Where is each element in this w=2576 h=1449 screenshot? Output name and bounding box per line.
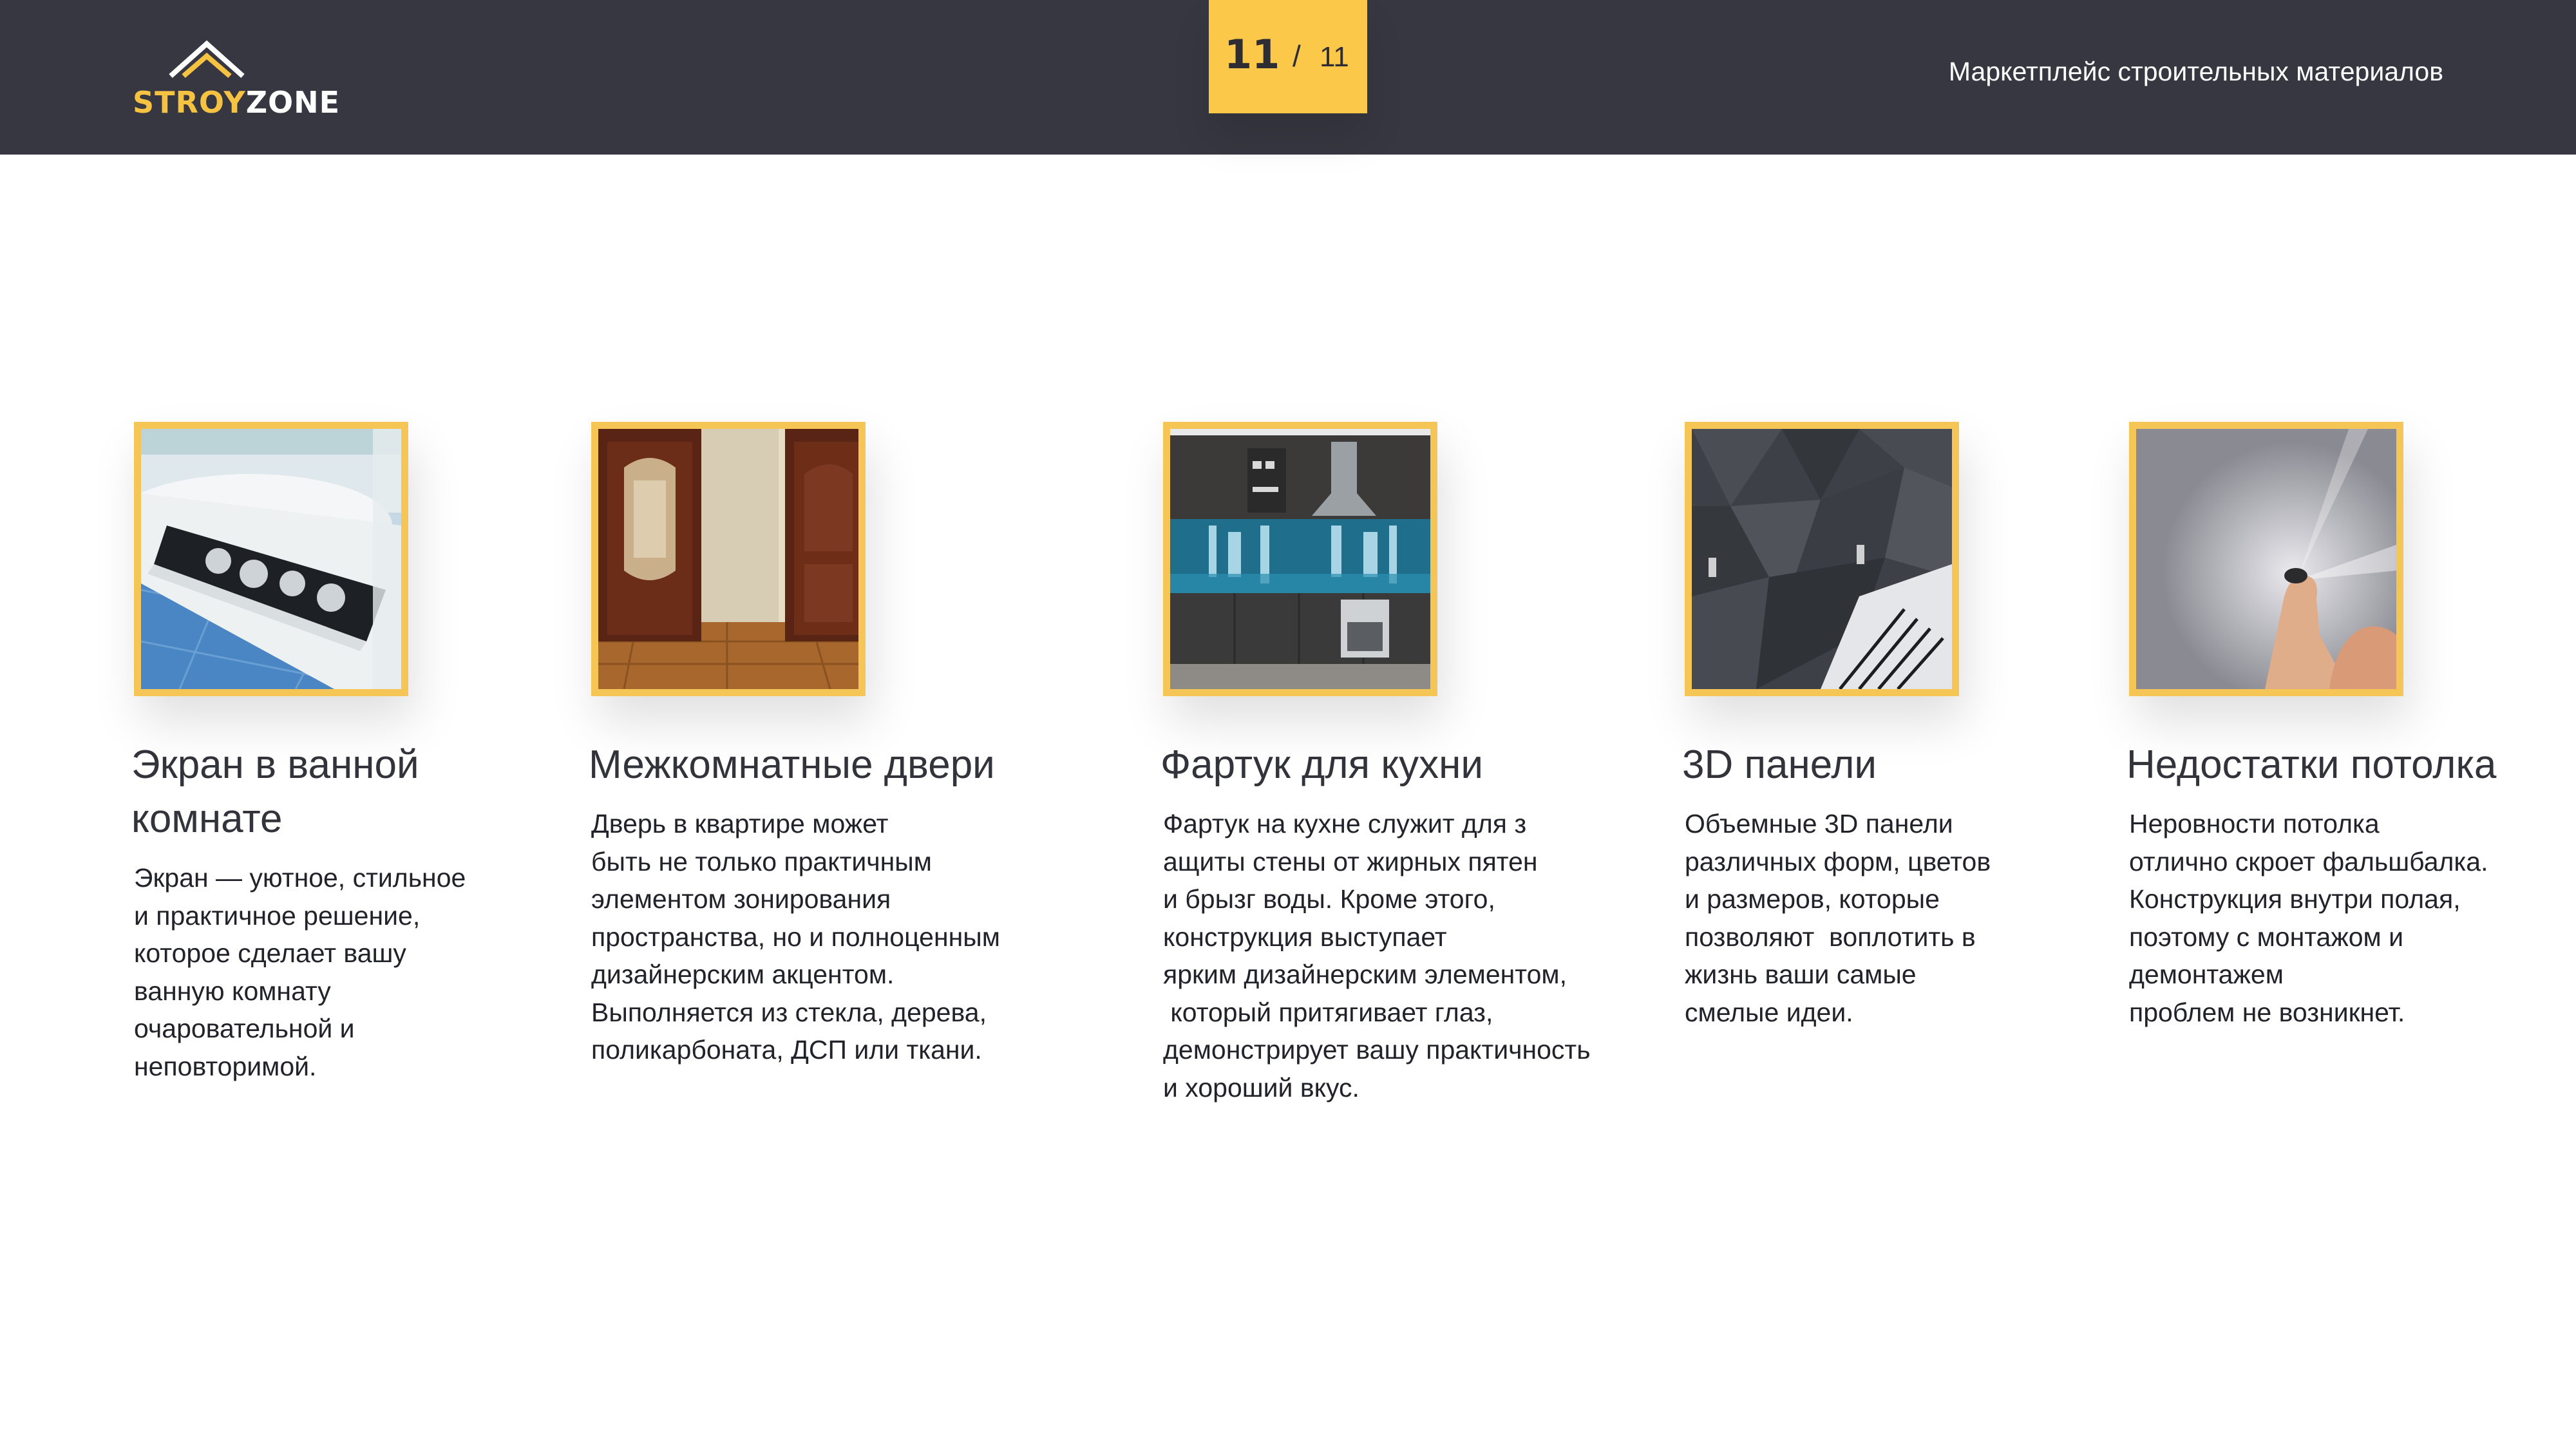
card-title-line: Фартук для кухни bbox=[1160, 743, 1484, 787]
card-desc-line: демонтажем bbox=[2129, 960, 2284, 989]
card-desc-line: который притягивает глаз, bbox=[1163, 997, 1493, 1027]
interior-doors-photo bbox=[591, 422, 866, 696]
card-title: Межкомнатные двери bbox=[589, 738, 1000, 792]
ceiling-defects-photo bbox=[2129, 422, 2403, 696]
card-title: Недостатки потолка bbox=[2126, 738, 2496, 792]
card-title: 3D панели bbox=[1682, 738, 1991, 792]
card-title: Экран в ванной комнате bbox=[131, 738, 466, 846]
page-counter: 11 / 11 bbox=[1209, 0, 1367, 113]
card-desc-line: Конструкция внутри полая, bbox=[2129, 884, 2461, 914]
card-title-line: комнате bbox=[131, 797, 283, 841]
roof-logo-icon bbox=[169, 40, 245, 79]
card-title-line: Недостатки потолка bbox=[2126, 743, 2497, 787]
card-desc-line: быть не только практичным bbox=[591, 846, 932, 876]
card-desc-line: поэтому с монтажом и bbox=[2129, 922, 2404, 952]
card-desc-line: элементом зонирования bbox=[591, 884, 891, 914]
logo-part-zone: ZONE bbox=[245, 85, 341, 120]
card-description: Объемные 3D панели различных форм, цвето… bbox=[1685, 805, 1991, 1031]
card-desc-line: и хороший вкус. bbox=[1163, 1072, 1359, 1103]
card-desc-line: Объемные 3D панели bbox=[1685, 809, 1953, 838]
card-desc-line: ванную комнату bbox=[134, 976, 331, 1006]
card-desc-line: конструкция выступает bbox=[1163, 922, 1447, 952]
card-title-line: Экран в ванной bbox=[131, 743, 419, 787]
page-total: 11 bbox=[1320, 41, 1349, 73]
card-desc-line: и брызг воды. Кроме этого, bbox=[1163, 884, 1495, 914]
card-desc-line: смелые идеи. bbox=[1685, 997, 1853, 1027]
card-desc-line: Экран — уютное, стильное bbox=[134, 863, 466, 893]
header-bar: STROYZONE 11 / 11 Маркетплейс строительн… bbox=[0, 0, 2576, 155]
card-desc-line: которое сделает вашу bbox=[134, 938, 406, 968]
page-separator: / bbox=[1293, 39, 1301, 73]
card-desc-line: Неровности потолка bbox=[2129, 809, 2380, 838]
stroyzone-logo[interactable]: STROYZONE bbox=[133, 39, 339, 120]
3d-wall-panels-photo bbox=[1685, 422, 1959, 696]
card-description: Экран — уютное, стильное и практичное ре… bbox=[134, 859, 466, 1085]
card-desc-line: и практичное решение, bbox=[134, 900, 421, 931]
card-desc-line: демонстрирует вашу практичность bbox=[1163, 1035, 1591, 1065]
logo-wordmark: STROYZONE bbox=[133, 85, 340, 120]
card-ceiling-defects: Недостатки потолка Неровности потолка от… bbox=[2126, 422, 2496, 1031]
card-3d-panels: 3D панели Объемные 3D панели различных ф… bbox=[1682, 422, 1991, 1031]
card-desc-line: жизнь ваши самые bbox=[1685, 960, 1917, 989]
card-description: Неровности потолка отлично скроет фальшб… bbox=[2129, 805, 2496, 1031]
card-desc-line: ярким дизайнерским элементом, bbox=[1163, 960, 1567, 989]
card-desc-line: ащиты стены от жирных пятен bbox=[1163, 846, 1538, 876]
logo-part-stroy: STROY bbox=[133, 85, 246, 120]
card-desc-line: пространства, но и полноценным bbox=[591, 922, 1000, 952]
card-desc-line: проблем не возникнет. bbox=[2129, 997, 2405, 1027]
card-desc-line: позволяют воплотить в bbox=[1685, 922, 1976, 952]
card-desc-line: дизайнерским акцентом. bbox=[591, 960, 895, 989]
card-title: Фартук для кухни bbox=[1160, 738, 1591, 792]
card-title-line: Межкомнатные двери bbox=[589, 743, 995, 787]
header-tagline: Маркетплейс строительных материалов bbox=[1948, 57, 2443, 86]
card-desc-line: Фартук на кухне служит для з bbox=[1163, 809, 1527, 838]
card-desc-line: поликарбоната, ДСП или ткани. bbox=[591, 1035, 982, 1065]
card-kitchen-backsplash: Фартук для кухни Фартук на кухне служит … bbox=[1160, 422, 1591, 1106]
card-description: Фартук на кухне служит для з ащиты стены… bbox=[1163, 805, 1591, 1106]
card-bath-screen: Экран в ванной комнате Экран — уютное, с… bbox=[131, 422, 466, 1085]
page-current: 11 bbox=[1224, 31, 1280, 78]
bathtub-screen-photo bbox=[134, 422, 408, 696]
card-desc-line: Дверь в квартире может bbox=[591, 809, 889, 838]
card-desc-line: Выполняется из стекла, дерева, bbox=[591, 997, 987, 1027]
card-title-line: 3D панели bbox=[1682, 743, 1877, 787]
card-desc-line: различных форм, цветов bbox=[1685, 846, 1991, 876]
card-desc-line: и размеров, которые bbox=[1685, 884, 1940, 914]
card-description: Дверь в квартире может быть не только пр… bbox=[591, 805, 1000, 1069]
card-desc-line: отлично скроет фальшбалка. bbox=[2129, 846, 2488, 876]
kitchen-backsplash-photo bbox=[1163, 422, 1437, 696]
card-desc-line: очаровательной и bbox=[134, 1014, 355, 1043]
card-interior-doors: Межкомнатные двери Дверь в квартире може… bbox=[589, 422, 1000, 1069]
card-desc-line: неповторимой. bbox=[134, 1051, 317, 1081]
